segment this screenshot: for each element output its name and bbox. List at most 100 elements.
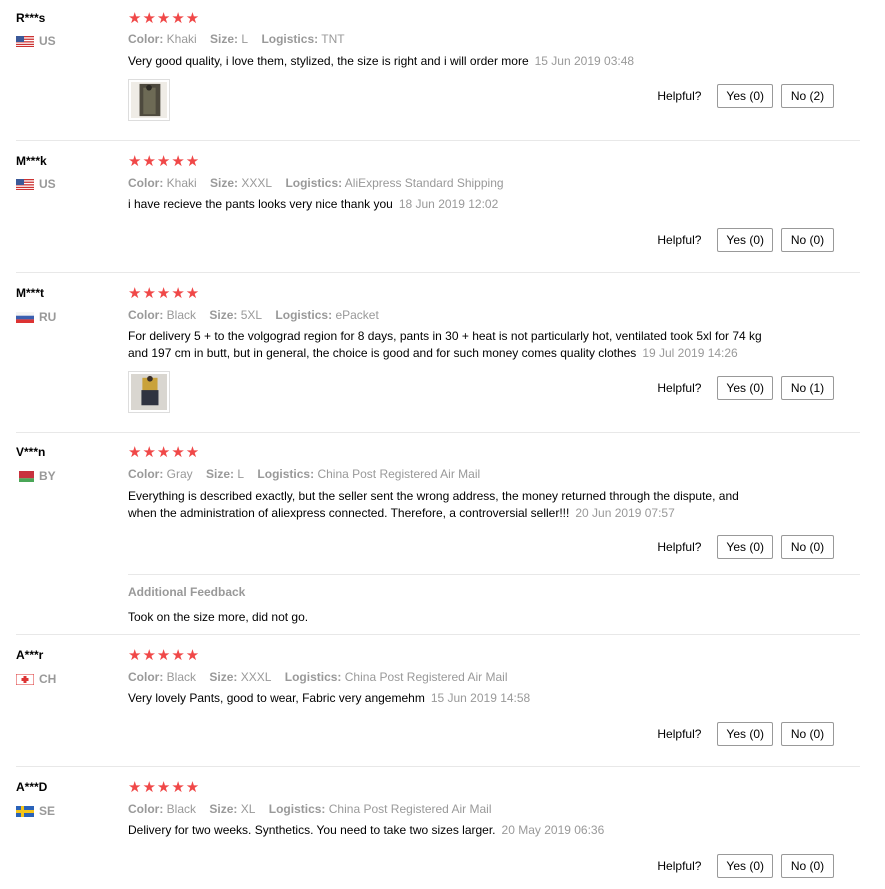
review-photo[interactable] [128,371,170,413]
size-value: 5XL [240,308,263,322]
user-name: A***r [16,648,44,662]
helpful-voting: Helpful? Yes (0) No (0) [657,535,834,559]
color-value: Black [166,308,197,322]
ru-flag-icon [16,311,34,323]
order-info: Color: Black Size: 5XL Logistics: ePacke… [128,308,379,322]
review-date: 20 May 2019 06:36 [501,823,605,837]
logistics-value: TNT [321,32,345,46]
user-name: M***k [16,154,47,168]
vote-yes-button[interactable]: Yes (0) [717,854,773,878]
review-text: For delivery 5 + to the volgograd region… [128,329,762,360]
country-code: RU [39,310,57,324]
color-value: Khaki [166,176,197,190]
country-code: SE [39,804,56,818]
star-rating: ★★★★★ [128,779,201,796]
order-info: Color: Khaki Size: L Logistics: TNT [128,32,345,46]
additional-feedback-title: Additional Feedback [128,585,246,599]
helpful-label: Helpful? [657,727,702,741]
user-name: V***n [16,445,46,459]
vote-no-button[interactable]: No (2) [781,84,834,108]
se-flag-icon [16,805,34,817]
helpful-label: Helpful? [657,233,702,247]
logistics-value: China Post Registered Air Mail [344,670,508,684]
divider [16,634,860,635]
star-rating: ★★★★★ [128,153,201,170]
review-date: 15 Jun 2019 14:58 [430,691,531,705]
order-info: Color: Black Size: XXXL Logistics: China… [128,670,508,684]
star-rating: ★★★★★ [128,285,201,302]
vote-yes-button[interactable]: Yes (0) [717,376,773,400]
size-value: XXXL [241,176,273,190]
review-text: Everything is described exactly, but the… [128,489,739,520]
size-value: XL [240,802,256,816]
star-rating: ★★★★★ [128,10,201,27]
divider [16,432,860,433]
vote-no-button[interactable]: No (0) [781,722,834,746]
helpful-label: Helpful? [657,540,702,554]
helpful-voting: Helpful? Yes (0) No (0) [657,228,834,252]
color-value: Black [166,802,197,816]
star-rating: ★★★★★ [128,444,201,461]
logistics-value: China Post Registered Air Mail [317,467,481,481]
vote-no-button[interactable]: No (0) [781,228,834,252]
helpful-voting: Helpful? Yes (0) No (2) [657,84,834,108]
country-code: US [39,177,56,191]
color-value: Black [166,670,197,684]
helpful-voting: Helpful? Yes (0) No (0) [657,722,834,746]
divider [16,140,860,141]
country-code: BY [39,469,56,483]
photo-thumbnail-icon [131,82,167,118]
size-value: L [237,467,245,481]
us-flag-icon [16,35,34,47]
logistics-value: China Post Registered Air Mail [328,802,492,816]
size-value: L [241,32,249,46]
vote-yes-button[interactable]: Yes (0) [717,228,773,252]
divider [128,574,860,575]
divider [16,766,860,767]
review-date: 18 Jun 2019 12:02 [398,197,499,211]
review-photo[interactable] [128,79,170,121]
helpful-label: Helpful? [657,89,702,103]
size-value: XXXL [240,670,272,684]
vote-no-button[interactable]: No (0) [781,854,834,878]
additional-feedback-text: Took on the size more, did not go. [128,610,309,624]
review-date: 20 Jun 2019 07:57 [575,506,675,520]
helpful-label: Helpful? [657,859,702,873]
country-code: US [39,34,56,48]
ch-flag-icon [16,673,34,685]
user-country: CH [16,672,56,686]
user-name: R***s [16,11,46,25]
helpful-voting: Helpful? Yes (0) No (1) [657,376,834,400]
review-text: Delivery for two weeks. Synthetics. You … [128,823,605,837]
vote-no-button[interactable]: No (0) [781,535,834,559]
review-text: Very good quality, i love them, stylized… [128,54,635,68]
user-country: US [16,177,56,191]
vote-yes-button[interactable]: Yes (0) [717,535,773,559]
user-country: US [16,34,56,48]
review-date: 19 Jul 2019 14:26 [642,346,738,360]
user-country: RU [16,310,56,324]
review-date: 15 Jun 2019 03:48 [534,54,635,68]
review-text: Very lovely Pants, good to wear, Fabric … [128,691,531,705]
vote-yes-button[interactable]: Yes (0) [717,722,773,746]
review-text: i have recieve the pants looks very nice… [128,197,499,211]
helpful-label: Helpful? [657,381,702,395]
logistics-value: AliExpress Standard Shipping [344,176,504,190]
helpful-voting: Helpful? Yes (0) No (0) [657,854,834,878]
vote-yes-button[interactable]: Yes (0) [717,84,773,108]
logistics-value: ePacket [335,308,379,322]
user-country: BY [16,469,56,483]
order-info: Color: Black Size: XL Logistics: China P… [128,802,492,816]
color-value: Gray [166,467,193,481]
vote-no-button[interactable]: No (1) [781,376,834,400]
divider [16,272,860,273]
order-info: Color: Gray Size: L Logistics: China Pos… [128,467,481,481]
us-flag-icon [16,178,34,190]
order-info: Color: Khaki Size: XXXL Logistics: AliEx… [128,176,504,190]
star-rating: ★★★★★ [128,647,201,664]
user-country: SE [16,804,55,818]
photo-thumbnail-icon [131,374,167,410]
country-code: CH [39,672,57,686]
color-value: Khaki [166,32,197,46]
by-flag-icon [16,470,34,482]
